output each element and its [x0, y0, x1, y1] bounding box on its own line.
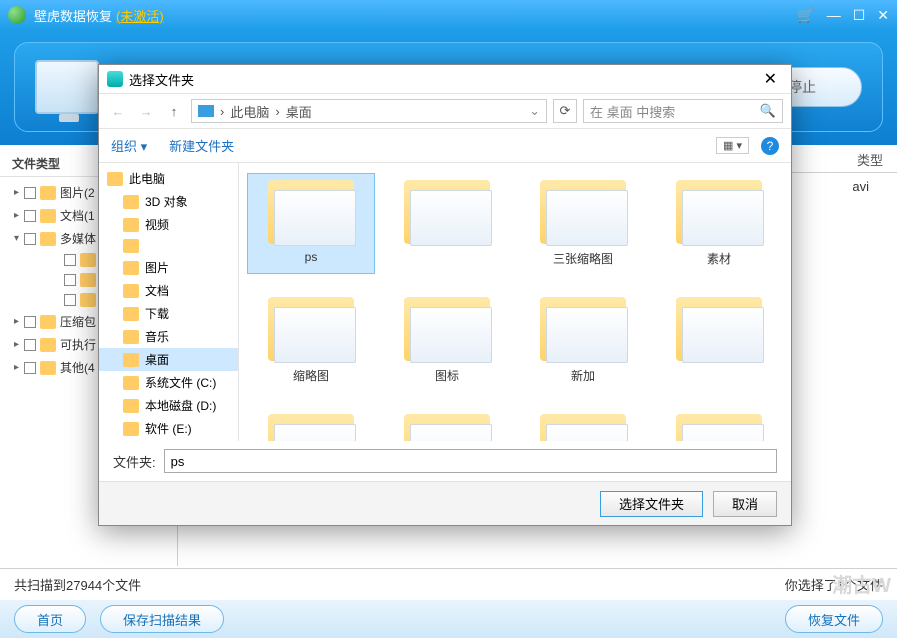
nav-tree-item[interactable] — [99, 236, 238, 256]
folder-name-input[interactable] — [164, 449, 777, 473]
maximize-icon[interactable]: ☐ — [853, 7, 866, 24]
dialog-title: 选择文件夹 — [129, 70, 194, 89]
new-folder-button[interactable]: 新建文件夹 — [169, 136, 234, 155]
nav-tree-item[interactable]: 桌面 — [99, 348, 238, 371]
app-title: 壁虎数据恢复 — [34, 6, 112, 25]
folder-field-label: 文件夹: — [113, 452, 156, 471]
search-placeholder: 在 桌面 中搜索 — [590, 102, 675, 121]
folder-item[interactable] — [655, 407, 783, 441]
view-mode-button[interactable]: ▦ ▾ — [716, 137, 749, 154]
monitor-icon — [35, 60, 99, 114]
folder-view: ps 三张缩略图素材缩略图图标新加 — [239, 163, 791, 441]
app-titlebar: 壁虎数据恢复 (未激活) 🛒 — ☐ ✕ — [0, 0, 897, 30]
scan-count: 共扫描到27944个文件 — [14, 575, 141, 594]
search-icon: 🔍 — [760, 103, 776, 119]
folder-item[interactable] — [655, 290, 783, 391]
address-bar[interactable]: › 此电脑 › 桌面 ⌄ — [191, 99, 547, 123]
pc-icon — [198, 105, 214, 117]
folder-item[interactable]: ps — [247, 173, 375, 274]
select-folder-button[interactable]: 选择文件夹 — [600, 491, 703, 517]
activation-link[interactable]: (未激活) — [116, 6, 164, 25]
nav-tree-item[interactable]: 下载 — [99, 302, 238, 325]
cart-icon[interactable]: 🛒 — [797, 7, 814, 24]
organize-menu[interactable]: 组织 ▾ — [111, 136, 147, 155]
chevron-down-icon[interactable]: ⌄ — [529, 103, 540, 119]
refresh-icon[interactable]: ⟳ — [553, 99, 577, 123]
dialog-icon — [107, 71, 123, 87]
col-type: 类型 — [843, 145, 897, 172]
folder-item[interactable] — [247, 407, 375, 441]
nav-tree-item[interactable]: 软件 (E:) — [99, 417, 238, 440]
folder-item[interactable] — [519, 407, 647, 441]
cancel-button[interactable]: 取消 — [713, 491, 777, 517]
folder-item[interactable]: 素材 — [655, 173, 783, 274]
folder-item[interactable]: 新加 — [519, 290, 647, 391]
nav-forward-icon[interactable]: → — [135, 104, 157, 119]
folder-picker-dialog: 选择文件夹 ✕ ← → ↑ › 此电脑 › 桌面 ⌄ ⟳ 在 桌面 中搜索 🔍 … — [98, 64, 792, 526]
breadcrumb-current[interactable]: 桌面 — [286, 102, 312, 121]
nav-tree-item[interactable]: 视频 — [99, 213, 238, 236]
close-app-icon[interactable]: ✕ — [877, 7, 889, 24]
nav-tree-item[interactable]: 音乐 — [99, 325, 238, 348]
nav-tree-item[interactable]: 图片 — [99, 256, 238, 279]
nav-tree-item[interactable]: 本地磁盘 (D:) — [99, 394, 238, 417]
nav-up-icon[interactable]: ↑ — [163, 104, 185, 119]
minimize-icon[interactable]: — — [827, 7, 841, 24]
home-button[interactable]: 首页 — [14, 605, 86, 633]
folder-item[interactable] — [383, 173, 511, 274]
nav-tree-item[interactable]: 文档 — [99, 279, 238, 302]
dialog-nav-tree: 此电脑3D 对象视频图片文档下载音乐桌面系统文件 (C:)本地磁盘 (D:)软件… — [99, 163, 239, 441]
nav-tree-item[interactable]: 此电脑 — [99, 167, 238, 190]
nav-tree-item[interactable]: 3D 对象 — [99, 190, 238, 213]
folder-item[interactable]: 三张缩略图 — [519, 173, 647, 274]
close-dialog-icon[interactable]: ✕ — [758, 69, 783, 89]
help-icon[interactable]: ? — [761, 137, 779, 155]
selection-count: 你选择了1个文件 — [785, 575, 883, 594]
bottom-bar: 首页 保存扫描结果 恢复文件 — [0, 600, 897, 638]
app-logo-icon — [8, 6, 26, 24]
folder-item[interactable] — [383, 407, 511, 441]
nav-back-icon[interactable]: ← — [107, 104, 129, 119]
recover-button[interactable]: 恢复文件 — [785, 605, 883, 633]
folder-item[interactable]: 缩略图 — [247, 290, 375, 391]
breadcrumb-root[interactable]: 此电脑 — [230, 102, 269, 121]
search-input[interactable]: 在 桌面 中搜索 🔍 — [583, 99, 783, 123]
folder-item[interactable]: 图标 — [383, 290, 511, 391]
save-scan-button[interactable]: 保存扫描结果 — [100, 605, 224, 633]
nav-tree-item[interactable]: 系统文件 (C:) — [99, 371, 238, 394]
status-bar: 共扫描到27944个文件 你选择了1个文件 — [0, 568, 897, 600]
